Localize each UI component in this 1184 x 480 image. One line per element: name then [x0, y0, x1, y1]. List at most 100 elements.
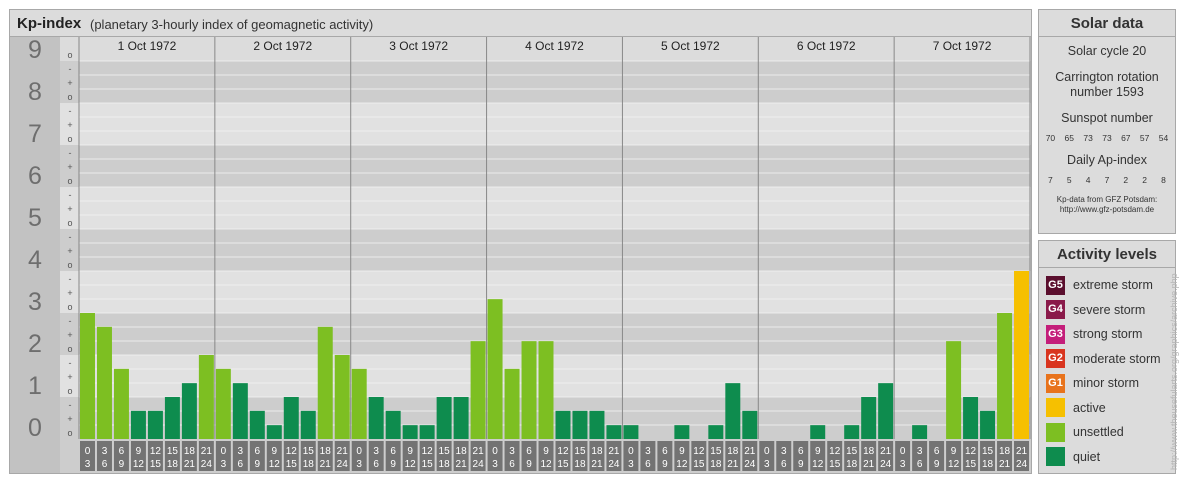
interval-start-label: 21 [1016, 446, 1028, 457]
sunspot-value-7: 54 [1158, 133, 1169, 143]
interval-start-label: 3 [373, 446, 379, 457]
interval-start-label: 0 [85, 446, 91, 457]
activity-level-minor-storm: G1 minor storm [1046, 373, 1139, 393]
y-minor-tick: + [67, 120, 72, 130]
interval-start-label: 0 [492, 446, 498, 457]
kp-chart-panel: 0 1 2 3 4 5 6 7 8 9 o + - o + - o + - o + - o + - o + - o + - o + - o + - o 1 … [9, 9, 1032, 474]
interval-end-label: 18 [303, 459, 315, 470]
interval-start-label: 15 [710, 446, 722, 457]
interval-end-label: 15 [286, 459, 298, 470]
interval-end-label: 6 [238, 459, 244, 470]
interval-start-label: 0 [356, 446, 362, 457]
kp-bar [334, 355, 350, 439]
y-minor-tick: o [67, 176, 72, 186]
interval-end-label: 9 [798, 459, 804, 470]
interval-end-label: 12 [540, 459, 552, 470]
level-label: strong storm [1073, 327, 1143, 341]
interval-end-label: 6 [373, 459, 379, 470]
interval-end-label: 24 [1016, 459, 1028, 470]
interval-end-label: 12 [269, 459, 281, 470]
interval-end-label: 6 [917, 459, 923, 470]
ap-value-3: 4 [1085, 175, 1091, 185]
chart-title: Kp-index [17, 15, 82, 32]
y-minor-tick: + [67, 78, 72, 88]
interval-start-label: 12 [965, 446, 977, 457]
ap-value-1: 7 [1048, 175, 1053, 185]
y-minor-tick: + [67, 162, 72, 172]
kp-bar [181, 383, 197, 439]
kp-bar [861, 397, 877, 439]
kp-bar [470, 341, 486, 439]
day-label: 5 Oct 1972 [661, 39, 720, 53]
kp-bar [708, 425, 724, 439]
interval-start-label: 6 [798, 446, 804, 457]
sunspot-value-5: 67 [1121, 133, 1131, 143]
interval-end-label: 18 [710, 459, 722, 470]
interval-end-label: 6 [781, 459, 787, 470]
level-label: severe storm [1073, 302, 1146, 317]
kp-bar [963, 397, 979, 439]
kp-bar [453, 397, 469, 439]
y-minor-tick: o [67, 344, 72, 354]
data-source-line1: Kp-data from GFZ Potsdam: [1056, 195, 1158, 204]
y-minor-tick: o [67, 134, 72, 144]
kp-bar [912, 425, 928, 439]
level-label: active [1073, 400, 1106, 415]
interval-end-label: 6 [509, 459, 515, 470]
interval-end-label: 3 [85, 459, 91, 470]
interval-end-label: 9 [390, 459, 396, 470]
interval-start-label: 21 [337, 446, 349, 457]
interval-end-label: 21 [184, 459, 196, 470]
y-minor-tick: - [69, 316, 72, 326]
kp-bar [1014, 271, 1029, 439]
sunspot-value-4: 73 [1102, 133, 1112, 143]
y-minor-tick: - [69, 64, 72, 74]
interval-end-label: 15 [693, 459, 705, 470]
interval-start-label: 15 [167, 446, 179, 457]
interval-start-label: 21 [744, 446, 756, 457]
interval-end-label: 24 [473, 459, 485, 470]
interval-end-label: 3 [221, 459, 227, 470]
kp-bar [946, 341, 962, 439]
kp-bar [878, 383, 894, 439]
activity-level-severe-storm: G4 severe storm [1046, 300, 1145, 320]
interval-start-label: 21 [608, 446, 620, 457]
kp-bar [385, 410, 401, 439]
watermark: http://www.theusefularts.org/graphics/ar… [1169, 273, 1179, 470]
interval-start-label: 3 [645, 446, 651, 457]
kp-bar [555, 410, 571, 439]
interval-start-label: 9 [272, 446, 278, 457]
y-minor-tick: + [67, 246, 72, 256]
kp-bar [504, 368, 520, 439]
level-label: quiet [1073, 449, 1101, 464]
activity-level-extreme-storm: G5 extreme storm [1046, 275, 1153, 295]
y-tick-label-8: 8 [28, 78, 42, 106]
kp-bar [249, 410, 265, 439]
day-label: 2 Oct 1972 [253, 39, 312, 53]
y-tick-label-7: 7 [28, 120, 42, 148]
interval-start-label: 6 [390, 446, 396, 457]
data-source-link[interactable]: http://www.gfz-potsdam.de [1039, 205, 1175, 215]
kp-band-0 [10, 397, 1031, 439]
kp-bar [402, 425, 418, 439]
level-swatch [1046, 422, 1065, 442]
interval-end-label: 15 [965, 459, 977, 470]
sunspot-values: 70 65 73 73 67 57 54 [1039, 133, 1175, 143]
y-tick-label-5: 5 [28, 204, 42, 232]
y-minor-tick: o [67, 428, 72, 438]
y-tick-label-3: 3 [28, 288, 42, 316]
interval-start-label: 0 [628, 446, 634, 457]
y-minor-tick: - [69, 274, 72, 284]
y-minor-tick: + [67, 414, 72, 424]
kp-band-base [10, 439, 1031, 473]
interval-start-label: 12 [150, 446, 162, 457]
sunspot-value-3: 73 [1083, 133, 1093, 143]
kp-bar [997, 313, 1013, 439]
kp-bar [283, 397, 299, 439]
kp-bar [674, 425, 690, 439]
kp-bar [419, 425, 435, 439]
kp-band-7 [10, 103, 1031, 145]
level-label: minor storm [1073, 376, 1139, 390]
kp-bar [147, 410, 163, 439]
interval-start-label: 9 [136, 446, 142, 457]
